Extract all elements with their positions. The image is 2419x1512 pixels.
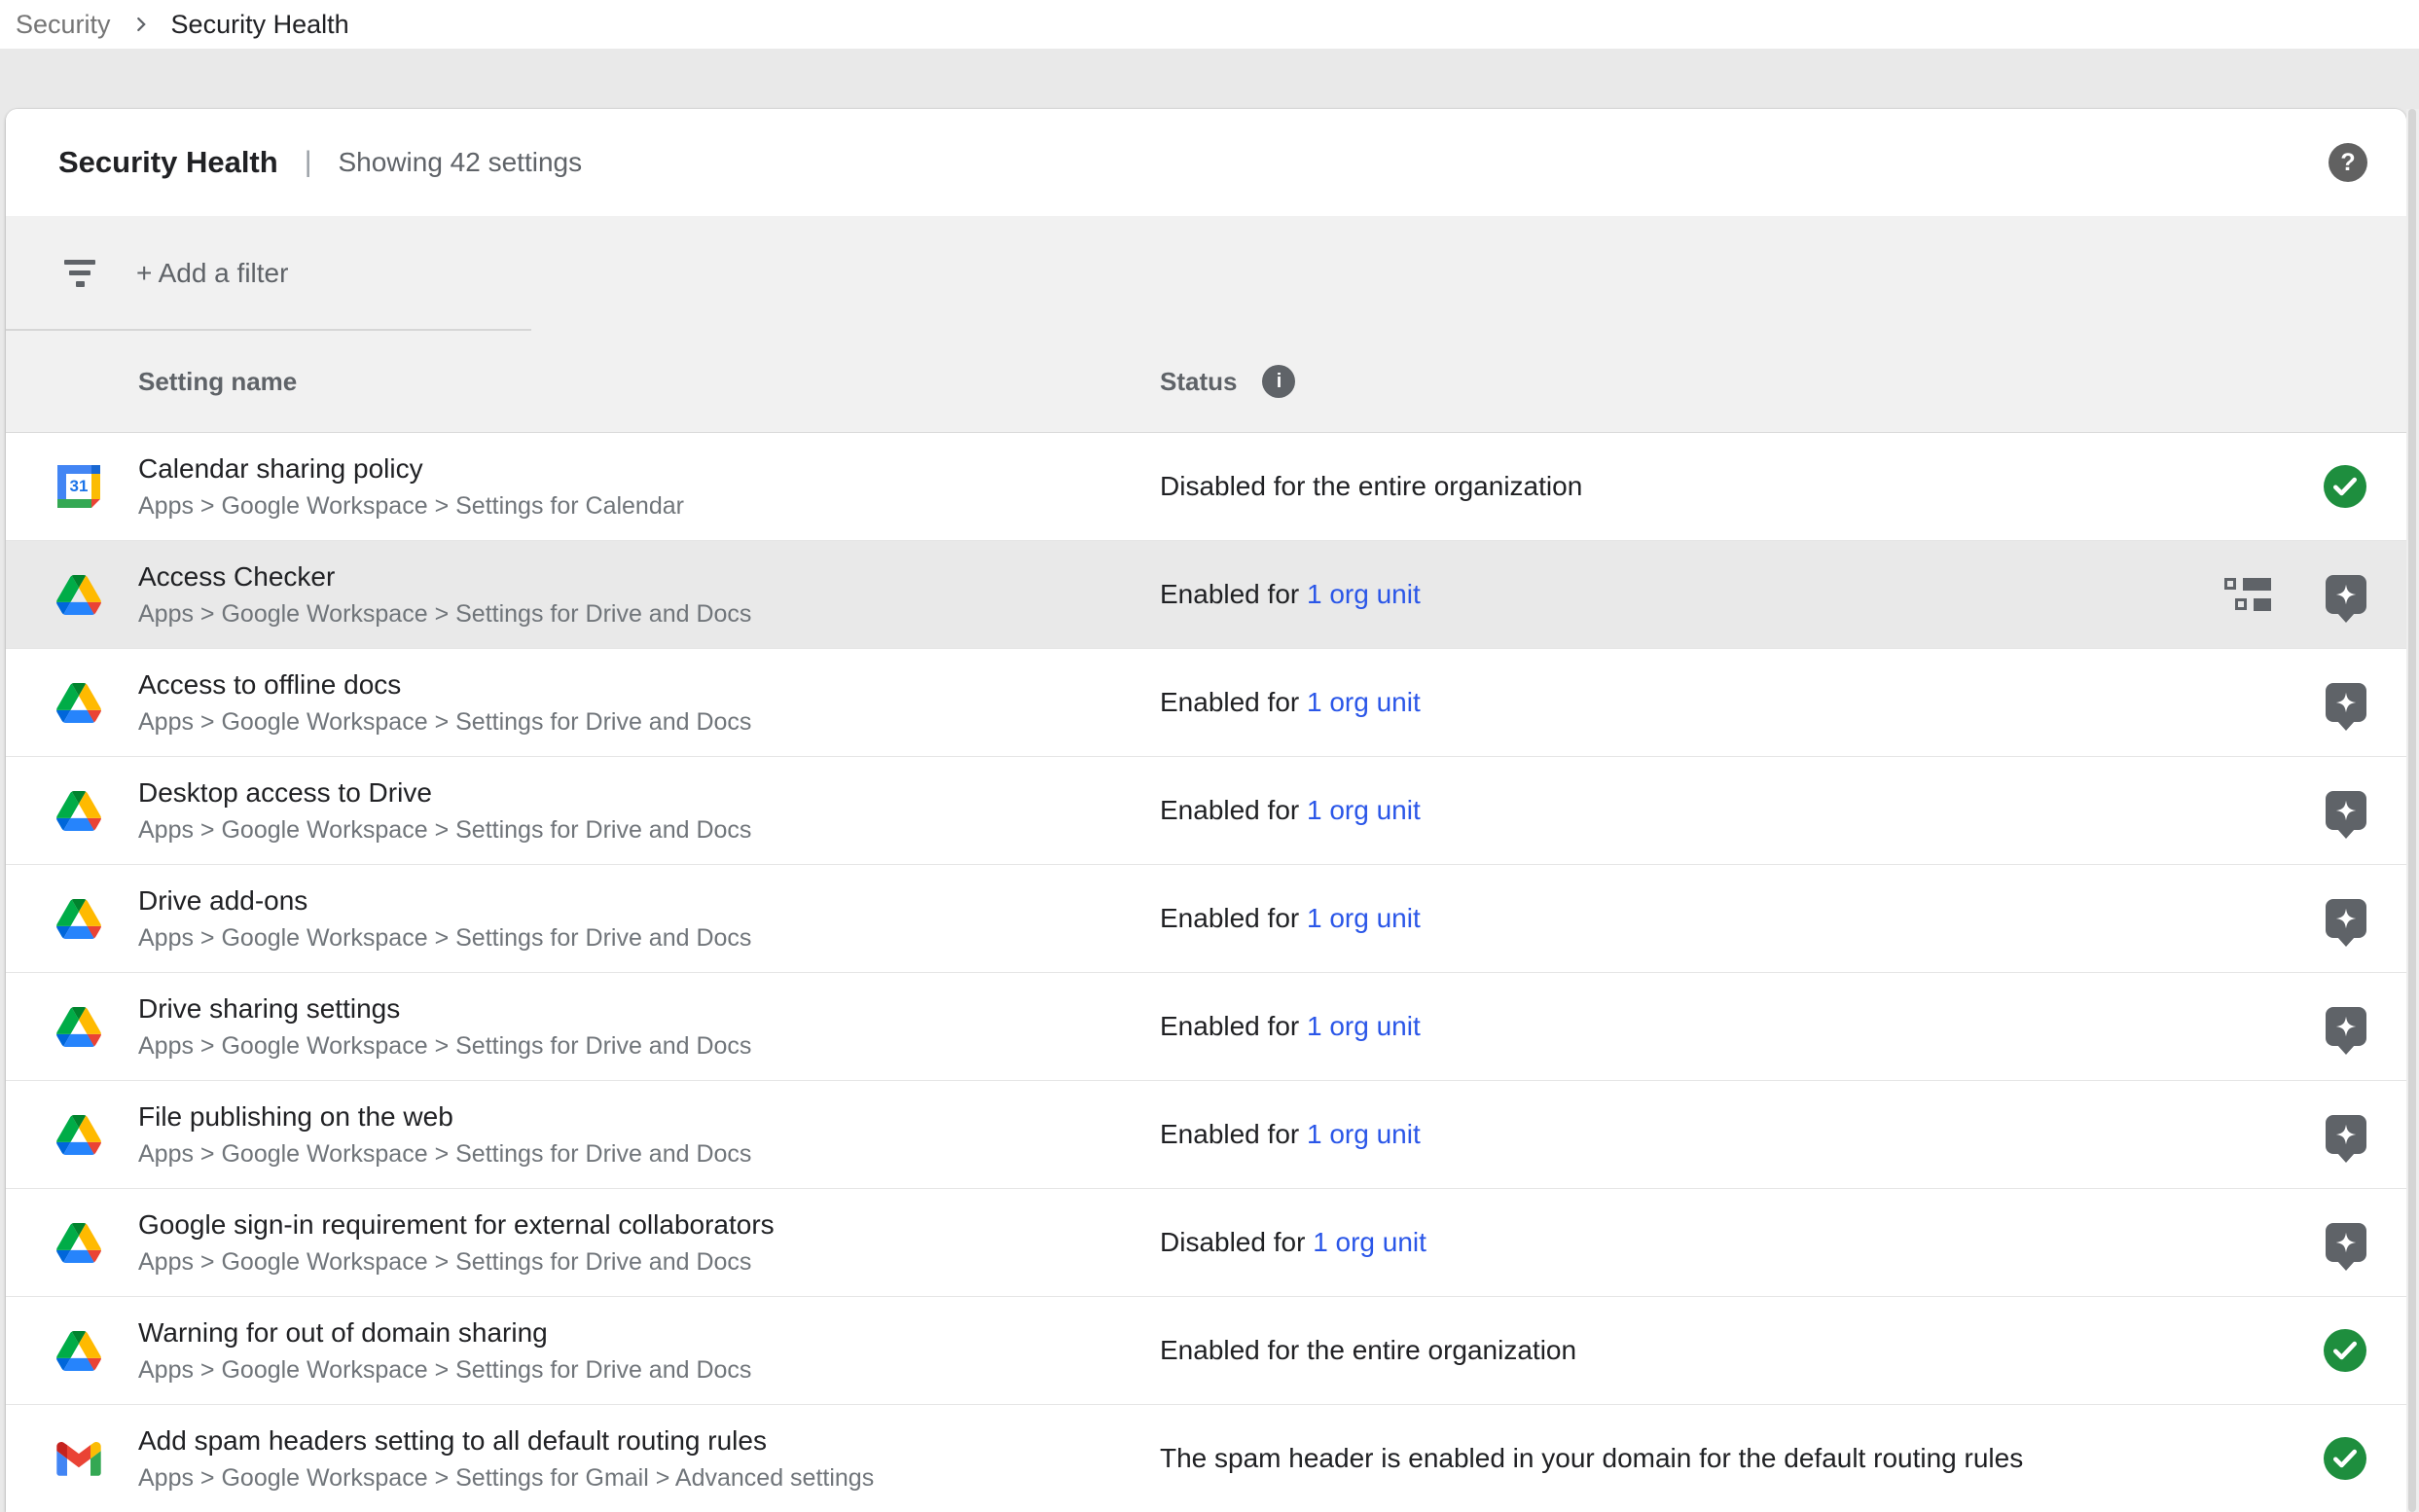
security-health-card: Security Health | Showing 42 settings ? … [6,109,2406,1512]
chevron-right-icon [130,14,152,35]
google-drive-icon [56,896,101,941]
status-cell: Enabled for 1 org unit [1160,903,2173,934]
setting-path: Apps > Google Workspace > Settings for D… [138,1248,775,1277]
page-title: Security Health [58,145,278,180]
google-drive-icon [56,1112,101,1157]
info-icon[interactable]: i [1262,365,1295,398]
setting-path: Apps > Google Workspace > Settings for D… [138,924,751,953]
table-row[interactable]: File publishing on the web Apps > Google… [6,1081,2406,1189]
table-header: Setting name Status i [6,331,2406,433]
org-unit-link[interactable]: 1 org unit [1307,795,1421,825]
column-setting-name: Setting name [6,367,1160,397]
filter-list-icon[interactable] [63,260,96,287]
status-cell: Disabled for the entire organization [1160,471,2173,502]
table-row[interactable]: Drive add-ons Apps > Google Workspace > … [6,865,2406,973]
status-cell: Enabled for the entire organization [1160,1335,2173,1366]
google-drive-icon [56,1220,101,1265]
status-text: Enabled for [1160,1011,1307,1041]
help-circle-icon[interactable]: ? [2329,143,2367,182]
setting-path: Apps > Google Workspace > Settings for D… [138,600,751,629]
org-unit-link[interactable]: 1 org unit [1307,579,1421,609]
setting-name[interactable]: Desktop access to Drive [138,776,751,810]
setting-name[interactable]: Drive sharing settings [138,992,751,1026]
setting-path: Apps > Google Workspace > Settings for D… [138,1032,751,1061]
scrollbar-thumb[interactable] [2408,109,2416,1512]
table-row[interactable]: Access Checker Apps > Google Workspace >… [6,541,2406,649]
setting-name[interactable]: Drive add-ons [138,884,751,918]
recommendation-badge-icon[interactable] [2326,899,2366,938]
settings-count: Showing 42 settings [339,147,583,178]
setting-path: Apps > Google Workspace > Settings for G… [138,1464,874,1493]
breadcrumb-current: Security Health [171,10,349,40]
status-text: Enabled for [1160,579,1307,609]
org-unit-link[interactable]: 1 org unit [1307,1119,1421,1149]
org-unit-link[interactable]: 1 org unit [1307,1011,1421,1041]
recommendation-badge-icon[interactable] [2326,683,2366,722]
recommendation-badge-icon[interactable] [2326,791,2366,830]
column-status: Status [1160,367,1237,397]
card-header: Security Health | Showing 42 settings ? [6,109,2406,216]
table-row[interactable]: Warning for out of domain sharing Apps >… [6,1297,2406,1405]
status-cell: Disabled for 1 org unit [1160,1227,2173,1258]
gmail-icon [56,1436,101,1481]
table-row[interactable]: 31 Calendar sharing policy Apps > Google… [6,433,2406,541]
add-filter-button[interactable]: + Add a filter [136,258,288,289]
google-drive-icon [56,680,101,725]
setting-name[interactable]: Access to offline docs [138,668,751,702]
status-cell: Enabled for 1 org unit [1160,579,2173,610]
success-check-icon [2324,1437,2366,1480]
setting-name[interactable]: Warning for out of domain sharing [138,1316,751,1350]
filter-bar: + Add a filter [6,216,2406,331]
filter-underline [6,329,531,331]
google-drive-icon [56,572,101,617]
google-drive-icon [56,1328,101,1373]
setting-path: Apps > Google Workspace > Settings for D… [138,708,751,737]
table-row[interactable]: Drive sharing settings Apps > Google Wor… [6,973,2406,1081]
status-text: Enabled for [1160,795,1307,825]
title-separator: | [305,146,312,179]
status-cell: The spam header is enabled in your domai… [1160,1443,2173,1474]
setting-name[interactable]: Access Checker [138,560,751,594]
recommendation-badge-icon[interactable] [2326,1007,2366,1046]
success-check-icon [2324,1329,2366,1372]
setting-path: Apps > Google Workspace > Settings for D… [138,816,751,845]
recommendation-badge-icon[interactable] [2326,575,2366,614]
google-drive-icon [56,788,101,833]
table-row[interactable]: Desktop access to Drive Apps > Google Wo… [6,757,2406,865]
status-cell: Enabled for 1 org unit [1160,687,2173,718]
setting-path: Apps > Google Workspace > Settings for C… [138,492,684,521]
recommendation-badge-icon[interactable] [2326,1223,2366,1262]
setting-name[interactable]: Calendar sharing policy [138,452,684,486]
status-cell: Enabled for 1 org unit [1160,1011,2173,1042]
status-text: Enabled for the entire organization [1160,1335,1576,1365]
status-text: Enabled for [1160,1119,1307,1149]
status-text: The spam header is enabled in your domai… [1160,1443,2023,1473]
setting-name[interactable]: Google sign-in requirement for external … [138,1208,775,1242]
google-drive-icon [56,1004,101,1049]
status-cell: Enabled for 1 org unit [1160,795,2173,826]
status-text: Enabled for [1160,903,1307,933]
setting-path: Apps > Google Workspace > Settings for D… [138,1356,751,1385]
setting-name[interactable]: File publishing on the web [138,1100,751,1134]
status-text: Disabled for the entire organization [1160,471,1582,501]
org-units-icon [2224,575,2273,614]
org-unit-link[interactable]: 1 org unit [1307,903,1421,933]
setting-name[interactable]: Add spam headers setting to all default … [138,1424,874,1458]
breadcrumb-parent[interactable]: Security [16,10,111,40]
table-row[interactable]: Add spam headers setting to all default … [6,1405,2406,1512]
status-text: Disabled for [1160,1227,1313,1257]
recommendation-badge-icon[interactable] [2326,1115,2366,1154]
setting-path: Apps > Google Workspace > Settings for D… [138,1140,751,1169]
table-row[interactable]: Access to offline docs Apps > Google Wor… [6,649,2406,757]
google-calendar-icon: 31 [56,464,101,509]
org-unit-link[interactable]: 1 org unit [1307,687,1421,717]
status-cell: Enabled for 1 org unit [1160,1119,2173,1150]
table-row[interactable]: Google sign-in requirement for external … [6,1189,2406,1297]
success-check-icon [2324,465,2366,508]
breadcrumb: Security Security Health [0,0,2419,49]
status-text: Enabled for [1160,687,1307,717]
org-unit-link[interactable]: 1 org unit [1313,1227,1426,1257]
